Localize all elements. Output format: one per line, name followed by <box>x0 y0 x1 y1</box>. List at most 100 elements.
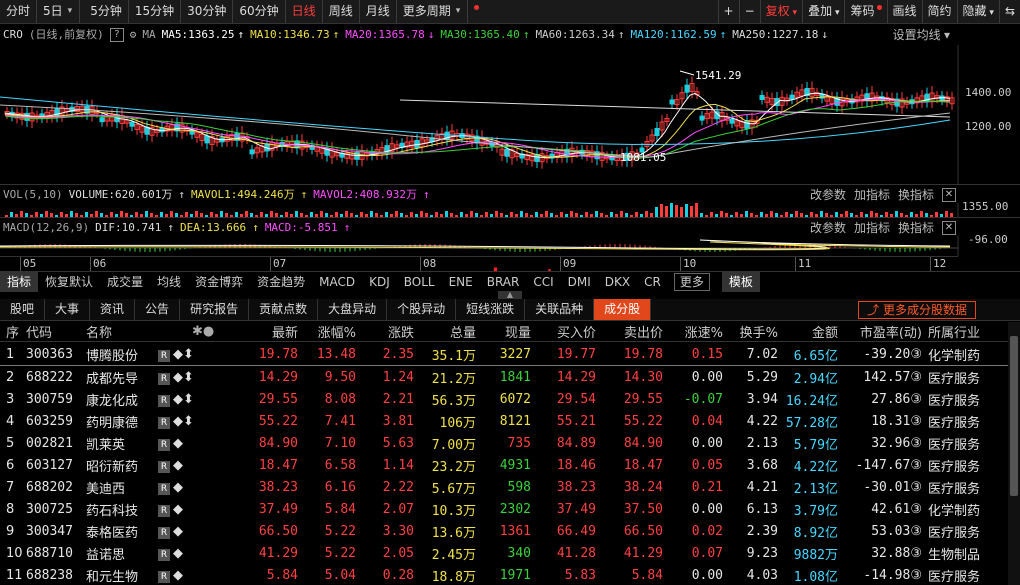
collapse-arrow-icon[interactable]: ▲ <box>498 291 522 299</box>
column-header-8[interactable]: 现量 <box>476 322 531 341</box>
info-tab-4[interactable]: 研究报告 <box>180 299 250 320</box>
tool-button-2[interactable]: 复权 ▾ <box>759 0 802 23</box>
indicator-tab-14[interactable]: CR <box>637 272 668 292</box>
indicator-tab-9[interactable]: ENE <box>442 272 480 292</box>
macd-switch-indicator-button[interactable]: 换指标 <box>898 218 934 238</box>
indicator-tab-15[interactable]: 更多 <box>673 272 710 291</box>
swap-arrows-icon[interactable]: ⇆ <box>998 0 1020 23</box>
indicator-tab-6[interactable]: MACD <box>312 272 362 292</box>
info-tab-8[interactable]: 短线涨跌 <box>456 299 526 320</box>
period-tab-3[interactable]: 15分钟 <box>129 0 182 23</box>
indicator-tab-1[interactable]: 恢复默认 <box>38 272 100 292</box>
cell-chg: 2.35 <box>382 347 414 362</box>
column-header-3[interactable]: ✱● <box>158 324 238 339</box>
help-icon[interactable]: ? <box>109 28 124 42</box>
period-tab-5[interactable]: 60分钟 <box>233 0 286 23</box>
info-tab-3[interactable]: 公告 <box>135 299 181 320</box>
info-tab-1[interactable]: 大事 <box>45 299 91 320</box>
dropdown-chevron-icon[interactable]: ▾ <box>68 0 73 23</box>
column-header-10[interactable]: 卖出价 <box>596 322 663 341</box>
cell-vol: 35.1万 <box>431 349 476 364</box>
macd-chart[interactable] <box>0 236 1020 256</box>
info-tab-9[interactable]: 关联品种 <box>525 299 595 320</box>
table-row[interactable]: 5 002821 凯莱英 R ◆ 84.90 7.10 5.63 7.00万 735 84.89 84… <box>0 432 1020 454</box>
indicator-tab-8[interactable]: BOLL <box>397 272 442 292</box>
indicator-tab-0[interactable]: 指标 <box>0 271 39 292</box>
column-header-14[interactable]: 市盈率(动) <box>838 322 922 341</box>
column-header-0[interactable]: 序 <box>0 322 26 341</box>
tool-button-4[interactable]: 筹码 <box>844 0 886 23</box>
vol-add-indicator-button[interactable]: 加指标 <box>854 185 890 205</box>
tool-button-6[interactable]: 简约 <box>921 0 957 23</box>
kline-chart[interactable]: 1541.29 1081.05 <box>0 45 1020 185</box>
cell-ask: 37.50 <box>623 501 663 517</box>
indicator-tab-3[interactable]: 均线 <box>150 272 188 292</box>
ma-settings-link[interactable]: 设置均线 ▾ <box>893 25 1020 45</box>
gear-icon[interactable]: ⚙ <box>130 25 137 45</box>
period-tab-0[interactable]: 分时 <box>0 0 38 23</box>
column-header-2[interactable]: 名称 <box>86 322 158 341</box>
column-header-15[interactable]: 所属行业 <box>922 322 980 341</box>
table-row[interactable]: 11 688238 和元生物 R ◆ 5.84 5.04 0.28 18.8万 1971 5.83 5… <box>0 564 1020 585</box>
tool-button-7[interactable]: 隐藏 ▾ <box>956 0 999 23</box>
scrollbar-thumb[interactable] <box>1010 336 1018 496</box>
table-row[interactable]: 6 603127 昭衍新药 R ◆ 18.47 6.58 1.14 23.2万 4931 18.46… <box>0 454 1020 476</box>
info-tab-10[interactable]: 成分股 <box>594 299 652 320</box>
period-buttons: 分时 5日 ▾ 5分钟 15分钟 30分钟 60分钟 日线 周线 月线 更多周期 ▾ <box>0 0 480 23</box>
table-row[interactable]: 4 603259 药明康德 R ◆⬍ 55.22 7.41 3.81 106万 8121 55.21… <box>0 410 1020 432</box>
table-row[interactable]: 1 300363 博腾股份 R ◆⬍ 19.78 13.48 2.35 35.1万 3227 19.… <box>0 344 1020 366</box>
close-icon[interactable]: ✕ <box>942 187 956 202</box>
table-row[interactable]: 9 300347 泰格医药 R ◆ 66.50 5.22 3.30 13.6万 1361 66.49… <box>0 520 1020 542</box>
column-header-5[interactable]: 涨幅% <box>298 322 356 341</box>
vol-change-params-button[interactable]: 改参数 <box>810 185 846 205</box>
vol-switch-indicator-button[interactable]: 换指标 <box>898 185 934 205</box>
tool-button-1[interactable]: − <box>738 0 760 23</box>
tool-button-3[interactable]: 叠加 ▾ <box>802 0 844 23</box>
indicator-tab-16[interactable]: 模板 <box>721 271 760 292</box>
dropdown-chevron-icon[interactable]: ▾ <box>456 0 461 23</box>
period-tab-8[interactable]: 月线 <box>360 0 397 23</box>
period-tab-7[interactable]: 周线 <box>323 0 360 23</box>
table-row[interactable]: 3 300759 康龙化成 R ◆⬍ 29.55 8.08 2.21 56.3万 6072 29.5… <box>0 388 1020 410</box>
cell-name: 康龙化成 <box>86 393 139 409</box>
period-tab-6[interactable]: 日线 <box>286 0 323 23</box>
period-tab-4[interactable]: 30分钟 <box>181 0 234 23</box>
info-tab-6[interactable]: 大盘异动 <box>318 299 388 320</box>
indicator-tab-2[interactable]: 成交量 <box>100 272 150 292</box>
indicator-tab-7[interactable]: KDJ <box>362 272 397 292</box>
column-header-1[interactable]: 代码 <box>26 322 86 341</box>
indicator-tab-13[interactable]: DKX <box>598 272 637 292</box>
column-header-6[interactable]: 涨跌 <box>356 322 414 341</box>
table-row[interactable]: 8 300725 药石科技 R ◆ 37.49 5.84 2.07 10.3万 2302 37.49… <box>0 498 1020 520</box>
cell-pe: 53.03③ <box>871 523 922 539</box>
info-tab-0[interactable]: 股吧 <box>0 299 46 320</box>
info-tab-2[interactable]: 资讯 <box>90 299 136 320</box>
scrollbar[interactable] <box>1008 322 1020 585</box>
column-header-7[interactable]: 总量 <box>414 322 476 341</box>
indicator-tab-10[interactable]: BRAR <box>480 272 527 292</box>
period-tab-1[interactable]: 5日 <box>37 0 80 23</box>
table-row[interactable]: 7 688202 美迪西 R ◆ 38.23 6.16 2.22 5.67万 598 38.23 38… <box>0 476 1020 498</box>
period-tab-2[interactable]: 5分钟 <box>84 0 129 23</box>
info-tab-7[interactable]: 个股异动 <box>387 299 457 320</box>
table-row[interactable]: 2 688222 成都先导 R ◆⬍ 14.29 9.50 1.24 21.2万 1841 14.2… <box>0 366 1020 388</box>
indicator-tab-11[interactable]: CCI <box>526 272 560 292</box>
indicator-tab-4[interactable]: 资金博弈 <box>188 272 250 292</box>
column-option-icon[interactable]: ✱● <box>192 324 214 339</box>
tool-button-0[interactable]: + <box>717 0 739 23</box>
column-header-12[interactable]: 换手% <box>723 322 778 341</box>
column-header-11[interactable]: 涨速% <box>663 322 723 341</box>
column-header-4[interactable]: 最新 <box>238 322 298 341</box>
column-header-13[interactable]: 金额 <box>778 322 838 341</box>
more-constituents-button[interactable]: ⤴ 更多成分股数据 <box>858 300 976 319</box>
macd-change-params-button[interactable]: 改参数 <box>810 218 846 238</box>
column-header-9[interactable]: 买入价 <box>531 322 596 341</box>
volume-chart[interactable] <box>0 203 1020 217</box>
table-row[interactable]: 10 688710 益诺思 R ◆ 41.29 5.22 2.05 2.45万 340 41.28 4… <box>0 542 1020 564</box>
tool-button-5[interactable]: 画线 <box>886 0 922 23</box>
info-tab-5[interactable]: 贡献点数 <box>249 299 319 320</box>
close-icon[interactable]: ✕ <box>942 220 956 235</box>
indicator-tab-12[interactable]: DMI <box>561 272 598 292</box>
macd-add-indicator-button[interactable]: 加指标 <box>854 218 890 238</box>
indicator-tab-5[interactable]: 资金趋势 <box>250 272 312 292</box>
